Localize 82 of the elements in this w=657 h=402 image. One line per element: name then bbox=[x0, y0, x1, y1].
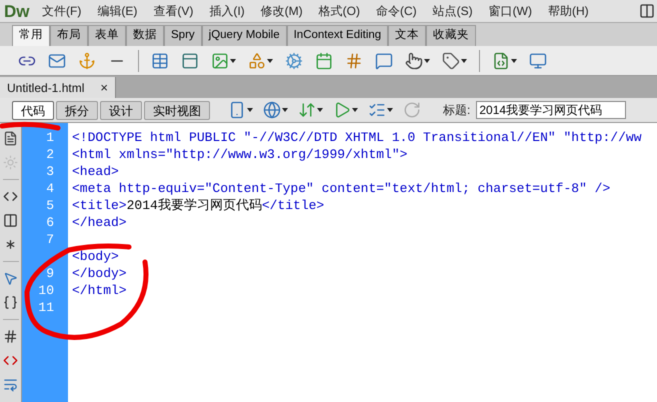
caret-icon bbox=[247, 108, 253, 112]
transfer-icon[interactable] bbox=[298, 101, 316, 119]
menu-item[interactable]: 格式(O) bbox=[310, 2, 368, 20]
line-number: 10 bbox=[38, 283, 54, 298]
menu-item[interactable]: 修改(M) bbox=[252, 2, 311, 20]
line-number: 11 bbox=[38, 300, 54, 315]
insert-tab[interactable]: 收藏夹 bbox=[426, 25, 476, 46]
line-number: 9 bbox=[46, 266, 54, 281]
code-tag: <head> bbox=[72, 164, 119, 179]
mail-icon[interactable] bbox=[48, 52, 66, 70]
menu-item[interactable]: 命令(C) bbox=[368, 2, 425, 20]
close-icon[interactable]: × bbox=[100, 81, 108, 94]
insert-tab[interactable]: 文本 bbox=[388, 25, 426, 46]
title-label: 标题: bbox=[443, 102, 470, 119]
caret-icon bbox=[511, 58, 517, 62]
image-icon[interactable] bbox=[211, 52, 229, 70]
code-tag: <html xmlns="http://www.w3.org/1999/xhtml"> bbox=[72, 147, 408, 162]
view-button[interactable]: 设计 bbox=[100, 100, 142, 120]
code-text: 2014我要学习网页代码 bbox=[126, 198, 262, 213]
caret-icon bbox=[230, 58, 236, 62]
menu-item[interactable]: 帮助(H) bbox=[540, 2, 597, 20]
line-number: 5 bbox=[46, 198, 54, 213]
line-number: 1 bbox=[46, 130, 54, 145]
globe-icon[interactable] bbox=[263, 101, 281, 119]
code-tag: <!DOCTYPE html PUBLIC "-//W3C//DTD XHTML 1.0 Transitional//EN" "http://ww bbox=[72, 130, 642, 145]
monitor-icon[interactable] bbox=[529, 52, 547, 70]
caret-icon bbox=[352, 108, 358, 112]
shapes-icon[interactable] bbox=[248, 52, 266, 70]
caret-icon bbox=[387, 108, 393, 112]
hash-icon[interactable] bbox=[3, 329, 18, 344]
code-tag: <meta http-equiv="Content-Type" content="text/html; charset=utf-8" /> bbox=[72, 181, 610, 196]
insert-tab[interactable]: InContext Editing bbox=[286, 25, 388, 46]
checklist-icon[interactable] bbox=[368, 101, 386, 119]
insert-tab[interactable]: 表单 bbox=[88, 25, 126, 46]
view-button[interactable]: 代码 bbox=[12, 100, 54, 120]
app-logo: Dw bbox=[3, 2, 30, 20]
line-number: 7 bbox=[46, 232, 54, 247]
pointer-icon[interactable] bbox=[405, 52, 423, 70]
document-tab[interactable]: Untitled-1.html × bbox=[0, 77, 116, 98]
menu-item[interactable]: 编辑(E) bbox=[89, 2, 146, 20]
code-tag: </head> bbox=[72, 215, 127, 230]
menu-item[interactable]: 站点(S) bbox=[424, 2, 481, 20]
braces-icon[interactable] bbox=[3, 295, 18, 310]
caret-icon bbox=[424, 58, 430, 62]
tag-icon[interactable] bbox=[442, 52, 460, 70]
wrap-icon[interactable] bbox=[3, 377, 18, 392]
menu-item[interactable]: 插入(I) bbox=[201, 2, 253, 20]
menu-item[interactable]: 文件(F) bbox=[34, 2, 90, 20]
line-number: 2 bbox=[46, 147, 54, 162]
comment-icon[interactable] bbox=[375, 52, 393, 70]
line-number: 4 bbox=[46, 181, 54, 196]
code-tag: <body> bbox=[72, 249, 119, 264]
menu-item[interactable]: 窗口(W) bbox=[480, 2, 540, 20]
code-tag: </body> bbox=[72, 266, 127, 281]
anchor-icon[interactable] bbox=[78, 52, 96, 70]
file-icon[interactable] bbox=[3, 131, 18, 146]
caret-icon bbox=[282, 108, 288, 112]
layout-icon[interactable] bbox=[639, 3, 655, 19]
document-tab-label: Untitled-1.html bbox=[7, 80, 84, 96]
caret-icon bbox=[317, 108, 323, 112]
insert-tab[interactable]: 常用 bbox=[12, 25, 50, 46]
table-icon[interactable] bbox=[151, 52, 169, 70]
view-button[interactable]: 拆分 bbox=[56, 100, 98, 120]
code-tag: </title> bbox=[262, 198, 324, 213]
insert-tab[interactable]: 数据 bbox=[126, 25, 164, 46]
play-icon[interactable] bbox=[333, 101, 351, 119]
insert-tab[interactable]: jQuery Mobile bbox=[202, 25, 287, 46]
calendar-icon[interactable] bbox=[315, 52, 333, 70]
code-tag: </html> bbox=[72, 283, 127, 298]
line-number: 3 bbox=[46, 164, 54, 179]
view-button[interactable]: 实时视图 bbox=[144, 100, 210, 120]
insert-tab[interactable]: Spry bbox=[164, 25, 202, 46]
caret-icon bbox=[267, 58, 273, 62]
menu-item[interactable]: 查看(V) bbox=[145, 2, 202, 20]
line-number: 6 bbox=[46, 215, 54, 230]
gear-icon[interactable] bbox=[285, 52, 303, 70]
underline-annotation-drawing bbox=[0, 120, 62, 132]
code-tag: <title> bbox=[72, 198, 127, 213]
insert-tab[interactable]: 布局 bbox=[50, 25, 88, 46]
caret-icon bbox=[461, 58, 467, 62]
title-field[interactable]: 2014我要学习网页代码 bbox=[476, 101, 626, 119]
device-icon[interactable] bbox=[228, 101, 246, 119]
